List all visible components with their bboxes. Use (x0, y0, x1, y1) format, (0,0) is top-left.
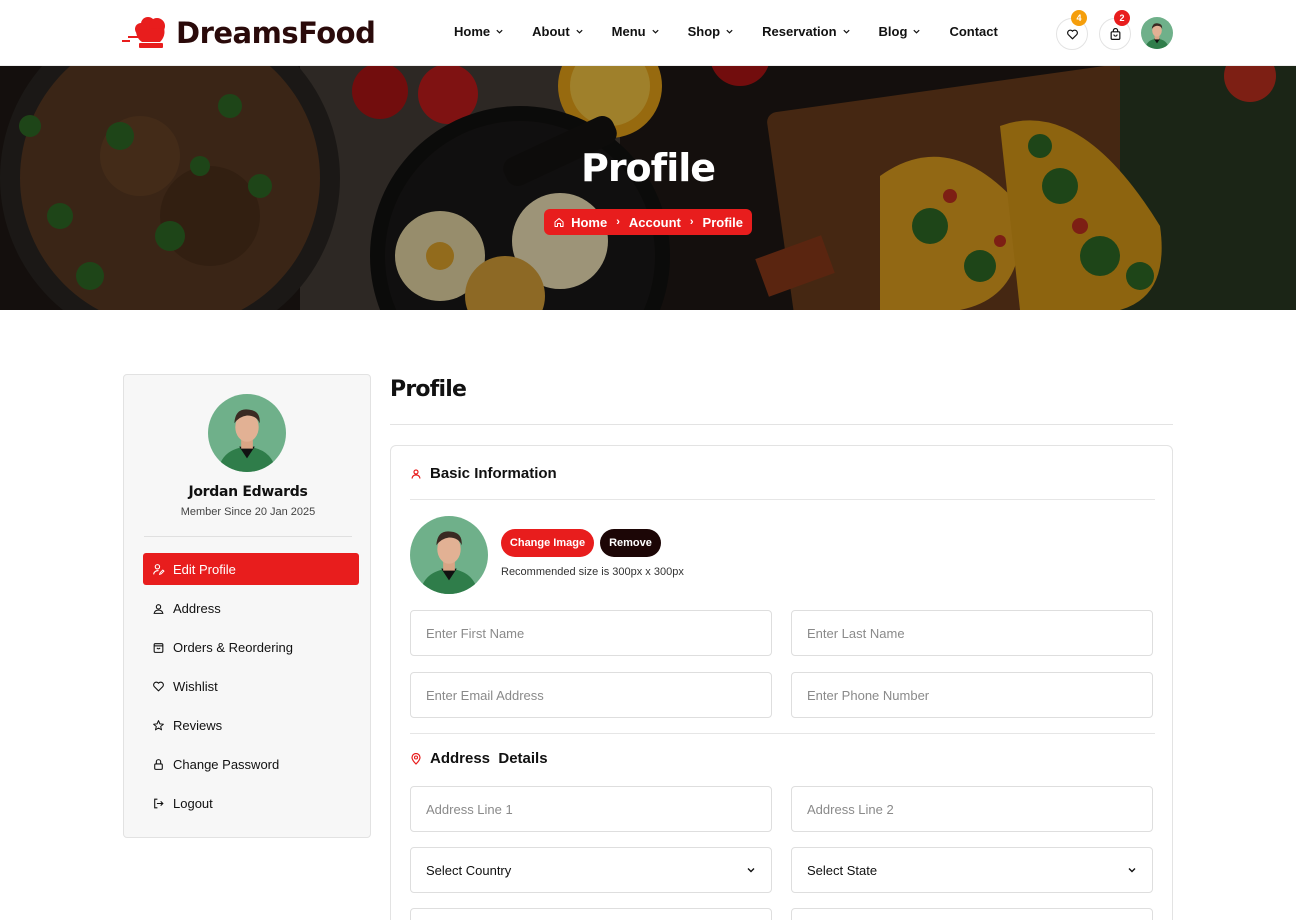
user-photo (208, 394, 286, 472)
postal-code-field[interactable] (791, 908, 1153, 920)
address-details-heading: Address Details (410, 750, 548, 767)
breadcrumb-profile: Profile (702, 214, 743, 230)
breadcrumb-account[interactable]: Account (629, 215, 681, 230)
sidebar-item-orders[interactable]: Orders & Reordering (143, 631, 359, 663)
address-line1-input[interactable] (410, 786, 772, 832)
user-avatar[interactable] (1141, 17, 1173, 49)
nav-label: Menu (611, 24, 646, 39)
sidebar-item-label: Change Password (173, 756, 280, 772)
logo-text: DreamsFood (176, 16, 376, 50)
email-input[interactable] (410, 672, 772, 718)
select-value: Select State (807, 862, 878, 878)
wishlist-count-badge: 4 (1071, 10, 1087, 26)
cart-count-badge: 2 (1114, 10, 1130, 26)
nav-home[interactable]: Home (454, 24, 504, 39)
sidebar-item-label: Logout (173, 795, 213, 811)
user-icon (411, 468, 421, 479)
nav-label: Blog (878, 24, 908, 39)
divider (390, 424, 1173, 425)
sidebar-item-logout[interactable]: Logout (143, 787, 359, 819)
change-image-button[interactable]: Change Image (501, 529, 594, 557)
select-value: Select Country (426, 862, 512, 878)
sidebar-item-label: Address (173, 600, 221, 616)
profile-avatar (208, 394, 286, 472)
heart-icon (153, 681, 164, 691)
chevron-down-icon (747, 868, 755, 873)
home-icon (554, 217, 564, 227)
chevron-down-icon (726, 29, 733, 34)
chevron-down-icon (576, 29, 583, 34)
sidebar-item-label: Reviews (173, 717, 223, 733)
nav-about[interactable]: About (532, 24, 584, 39)
sidebar-item-change-password[interactable]: Change Password (143, 748, 359, 780)
state-select[interactable]: Select State (791, 847, 1153, 893)
nav-shop[interactable]: Shop (688, 24, 735, 39)
chevron-down-icon (1128, 868, 1136, 873)
user-edit-icon (153, 563, 165, 575)
basic-info-heading: Basic Information (410, 465, 557, 482)
user-photo (1141, 17, 1173, 49)
divider (410, 499, 1155, 500)
first-name-input[interactable] (410, 610, 772, 656)
account-sidebar: Jordan Edwards Member Since 20 Jan 2025 … (123, 374, 371, 838)
logo[interactable]: DreamsFood (122, 14, 376, 52)
profile-form-card: Basic Information Change Image Remove Re… (390, 445, 1173, 920)
breadcrumb: Home › Account › Profile (544, 209, 752, 235)
sidebar-item-reviews[interactable]: Reviews (143, 709, 359, 741)
cart-button[interactable]: 2 (1099, 10, 1131, 50)
chevron-down-icon (842, 29, 850, 34)
address-line2-input[interactable] (791, 786, 1153, 832)
member-since: Member Since 20 Jan 2025 (180, 506, 316, 518)
address-icon (153, 603, 164, 614)
divider (410, 733, 1155, 734)
city-select[interactable] (410, 908, 772, 920)
page-title: Profile (580, 146, 716, 190)
profile-image (410, 516, 488, 594)
nav-label: Shop (687, 24, 721, 39)
shopping-bag-icon (1110, 27, 1120, 40)
recommended-size-note: Recommended size is 300px x 300px (501, 566, 684, 578)
user-photo (410, 516, 488, 594)
sidebar-item-label: Orders & Reordering (173, 639, 293, 655)
remove-image-button[interactable]: Remove (600, 529, 661, 557)
site-header: DreamsFood Home About Menu Shop Reservat… (0, 0, 1296, 66)
page-banner: Profile Home › Account › Profile (0, 66, 1296, 310)
nav-reservation[interactable]: Reservation (762, 24, 850, 39)
lock-icon (154, 758, 163, 770)
nav-label: Reservation (762, 24, 837, 39)
wishlist-button[interactable]: 4 (1056, 10, 1088, 50)
sidebar-item-wishlist[interactable]: Wishlist (143, 670, 359, 702)
heading-label: Basic Information (430, 465, 557, 482)
chevron-down-icon (913, 29, 921, 34)
nav-label: About (532, 24, 570, 39)
logout-icon (154, 798, 164, 808)
nav-label: Home (454, 24, 491, 39)
chevron-right-icon: › (689, 216, 694, 228)
main-nav: Home About Menu Shop Reservation Blog Co… (454, 24, 1026, 39)
sidebar-item-label: Edit Profile (173, 561, 236, 577)
divider (144, 536, 352, 537)
heading-label: Address Details (430, 750, 548, 767)
nav-menu[interactable]: Menu (612, 24, 660, 39)
chef-hat-logo-icon (122, 17, 165, 48)
chevron-right-icon: › (616, 216, 620, 228)
last-name-input[interactable] (791, 610, 1153, 656)
nav-contact[interactable]: Contact (949, 24, 997, 39)
phone-input[interactable] (791, 672, 1153, 718)
map-pin-icon (411, 752, 421, 765)
star-icon (153, 719, 164, 730)
sidebar-item-edit-profile[interactable]: Edit Profile (143, 553, 359, 585)
section-title: Profile (390, 377, 467, 402)
nav-blog[interactable]: Blog (879, 24, 922, 39)
chevron-down-icon (496, 29, 503, 34)
user-name: Jordan Edwards (188, 484, 308, 500)
orders-icon (153, 642, 164, 653)
country-select[interactable]: Select Country (410, 847, 772, 893)
chevron-down-icon (652, 29, 659, 34)
sidebar-item-label: Wishlist (173, 678, 218, 694)
heart-icon (1066, 29, 1078, 39)
breadcrumb-home[interactable]: Home (571, 215, 607, 230)
sidebar-item-address[interactable]: Address (143, 592, 359, 624)
nav-label: Contact (949, 24, 998, 39)
